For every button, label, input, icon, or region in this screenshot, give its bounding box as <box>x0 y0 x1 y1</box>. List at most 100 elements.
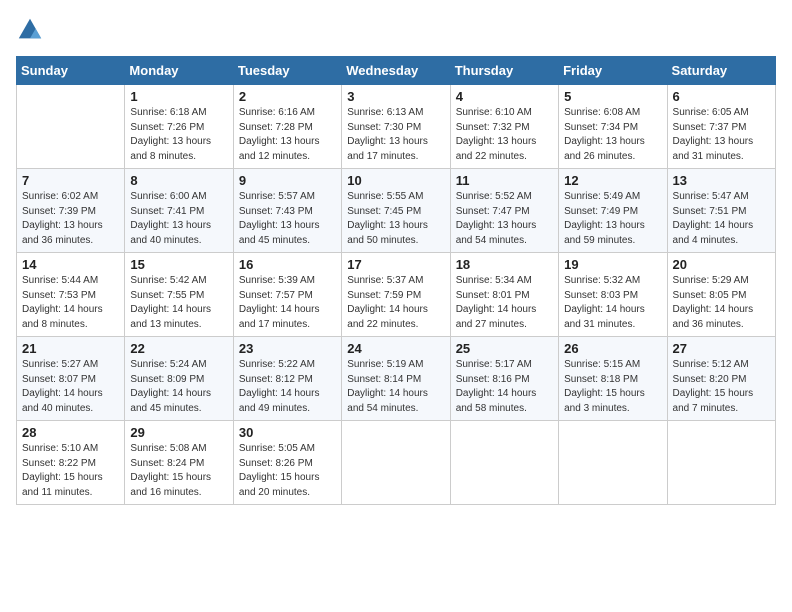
day-number: 5 <box>564 89 661 104</box>
day-number: 18 <box>456 257 553 272</box>
week-row-3: 14 Sunrise: 5:44 AM Sunset: 7:53 PM Dayli… <box>17 253 776 337</box>
day-number: 30 <box>239 425 336 440</box>
calendar-cell: 19Sunrise: 5:32 AM Sunset: 8:03 PM Dayli… <box>559 253 667 337</box>
weekday-header-thursday: Thursday <box>450 57 558 85</box>
weekday-header-tuesday: Tuesday <box>233 57 341 85</box>
calendar-cell: 3 Sunrise: 6:13 AM Sunset: 7:30 PM Daylig… <box>342 85 450 169</box>
calendar-cell <box>667 421 775 505</box>
day-number: 16 <box>239 257 336 272</box>
cell-info: Sunrise: 5:12 AM Sunset: 8:20 PM Dayligh… <box>673 358 770 416</box>
weekday-header-monday: Monday <box>125 57 233 85</box>
cell-info: Sunrise: 6:00 AM Sunset: 7:41 PM Dayligh… <box>130 190 227 248</box>
week-row-5: 28 Sunrise: 5:10 AM Sunset: 8:22 PM Dayli… <box>17 421 776 505</box>
calendar-cell: 18 Sunrise: 5:34 AM Sunset: 8:01 PM Dayli… <box>450 253 558 337</box>
cell-info: Sunrise: 5:27 AM Sunset: 8:07 PM Dayligh… <box>22 358 119 416</box>
day-number: 23 <box>239 341 336 356</box>
logo-icon <box>16 16 44 44</box>
cell-info: Sunrise: 5:29 AM Sunset: 8:05 PM Dayligh… <box>673 274 770 332</box>
calendar-cell: 29Sunrise: 5:08 AM Sunset: 8:24 PM Dayli… <box>125 421 233 505</box>
calendar-cell: 15Sunrise: 5:42 AM Sunset: 7:55 PM Dayli… <box>125 253 233 337</box>
day-number: 11 <box>456 173 553 188</box>
calendar-cell: 25 Sunrise: 5:17 AM Sunset: 8:16 PM Dayli… <box>450 337 558 421</box>
cell-info: Sunrise: 5:32 AM Sunset: 8:03 PM Dayligh… <box>564 274 661 332</box>
weekday-header-row: SundayMondayTuesdayWednesdayThursdayFrid… <box>17 57 776 85</box>
cell-info: Sunrise: 5:55 AM Sunset: 7:45 PM Dayligh… <box>347 190 444 248</box>
cell-info: Sunrise: 5:34 AM Sunset: 8:01 PM Dayligh… <box>456 274 553 332</box>
cell-info: Sunrise: 5:39 AM Sunset: 7:57 PM Dayligh… <box>239 274 336 332</box>
day-number: 20 <box>673 257 770 272</box>
logo <box>16 16 48 44</box>
cell-info: Sunrise: 5:52 AM Sunset: 7:47 PM Dayligh… <box>456 190 553 248</box>
calendar-cell: 17 Sunrise: 5:37 AM Sunset: 7:59 PM Dayli… <box>342 253 450 337</box>
page-header <box>16 16 776 44</box>
day-number: 1 <box>130 89 227 104</box>
week-row-1: 1 Sunrise: 6:18 AM Sunset: 7:26 PM Daylig… <box>17 85 776 169</box>
day-number: 6 <box>673 89 770 104</box>
calendar-cell: 16 Sunrise: 5:39 AM Sunset: 7:57 PM Dayli… <box>233 253 341 337</box>
calendar-cell <box>342 421 450 505</box>
cell-info: Sunrise: 6:05 AM Sunset: 7:37 PM Dayligh… <box>673 106 770 164</box>
day-number: 21 <box>22 341 119 356</box>
day-number: 17 <box>347 257 444 272</box>
day-number: 26 <box>564 341 661 356</box>
cell-info: Sunrise: 6:13 AM Sunset: 7:30 PM Dayligh… <box>347 106 444 164</box>
cell-info: Sunrise: 6:08 AM Sunset: 7:34 PM Dayligh… <box>564 106 661 164</box>
day-number: 4 <box>456 89 553 104</box>
day-number: 29 <box>130 425 227 440</box>
week-row-2: 7 Sunrise: 6:02 AM Sunset: 7:39 PM Daylig… <box>17 169 776 253</box>
calendar-cell: 30 Sunrise: 5:05 AM Sunset: 8:26 PM Dayli… <box>233 421 341 505</box>
cell-info: Sunrise: 5:19 AM Sunset: 8:14 PM Dayligh… <box>347 358 444 416</box>
calendar-cell: 27 Sunrise: 5:12 AM Sunset: 8:20 PM Dayli… <box>667 337 775 421</box>
cell-info: Sunrise: 5:24 AM Sunset: 8:09 PM Dayligh… <box>130 358 227 416</box>
calendar-cell: 24 Sunrise: 5:19 AM Sunset: 8:14 PM Dayli… <box>342 337 450 421</box>
cell-info: Sunrise: 5:22 AM Sunset: 8:12 PM Dayligh… <box>239 358 336 416</box>
cell-info: Sunrise: 6:18 AM Sunset: 7:26 PM Dayligh… <box>130 106 227 164</box>
calendar-cell: 22 Sunrise: 5:24 AM Sunset: 8:09 PM Dayli… <box>125 337 233 421</box>
calendar-cell: 12 Sunrise: 5:49 AM Sunset: 7:49 PM Dayli… <box>559 169 667 253</box>
calendar-cell: 23 Sunrise: 5:22 AM Sunset: 8:12 PM Dayli… <box>233 337 341 421</box>
day-number: 2 <box>239 89 336 104</box>
day-number: 27 <box>673 341 770 356</box>
weekday-header-wednesday: Wednesday <box>342 57 450 85</box>
day-number: 3 <box>347 89 444 104</box>
day-number: 22 <box>130 341 227 356</box>
calendar-cell <box>559 421 667 505</box>
day-number: 15 <box>130 257 227 272</box>
day-number: 12 <box>564 173 661 188</box>
cell-info: Sunrise: 5:17 AM Sunset: 8:16 PM Dayligh… <box>456 358 553 416</box>
weekday-header-saturday: Saturday <box>667 57 775 85</box>
cell-info: Sunrise: 5:05 AM Sunset: 8:26 PM Dayligh… <box>239 442 336 500</box>
day-number: 7 <box>22 173 119 188</box>
day-number: 9 <box>239 173 336 188</box>
calendar-cell: 10 Sunrise: 5:55 AM Sunset: 7:45 PM Dayli… <box>342 169 450 253</box>
day-number: 14 <box>22 257 119 272</box>
calendar-cell: 20 Sunrise: 5:29 AM Sunset: 8:05 PM Dayli… <box>667 253 775 337</box>
calendar-cell <box>17 85 125 169</box>
calendar-cell: 14 Sunrise: 5:44 AM Sunset: 7:53 PM Dayli… <box>17 253 125 337</box>
calendar-cell: 2 Sunrise: 6:16 AM Sunset: 7:28 PM Daylig… <box>233 85 341 169</box>
calendar-cell: 4Sunrise: 6:10 AM Sunset: 7:32 PM Daylig… <box>450 85 558 169</box>
calendar-cell <box>450 421 558 505</box>
calendar-cell: 9 Sunrise: 5:57 AM Sunset: 7:43 PM Daylig… <box>233 169 341 253</box>
cell-info: Sunrise: 5:10 AM Sunset: 8:22 PM Dayligh… <box>22 442 119 500</box>
day-number: 10 <box>347 173 444 188</box>
cell-info: Sunrise: 6:02 AM Sunset: 7:39 PM Dayligh… <box>22 190 119 248</box>
calendar-cell: 28 Sunrise: 5:10 AM Sunset: 8:22 PM Dayli… <box>17 421 125 505</box>
weekday-header-friday: Friday <box>559 57 667 85</box>
cell-info: Sunrise: 5:57 AM Sunset: 7:43 PM Dayligh… <box>239 190 336 248</box>
day-number: 25 <box>456 341 553 356</box>
calendar-cell: 1 Sunrise: 6:18 AM Sunset: 7:26 PM Daylig… <box>125 85 233 169</box>
cell-info: Sunrise: 6:16 AM Sunset: 7:28 PM Dayligh… <box>239 106 336 164</box>
day-number: 8 <box>130 173 227 188</box>
weekday-header-sunday: Sunday <box>17 57 125 85</box>
calendar-cell: 26 Sunrise: 5:15 AM Sunset: 8:18 PM Dayli… <box>559 337 667 421</box>
cell-info: Sunrise: 5:44 AM Sunset: 7:53 PM Dayligh… <box>22 274 119 332</box>
cell-info: Sunrise: 5:37 AM Sunset: 7:59 PM Dayligh… <box>347 274 444 332</box>
calendar-table: SundayMondayTuesdayWednesdayThursdayFrid… <box>16 56 776 505</box>
calendar-cell: 8 Sunrise: 6:00 AM Sunset: 7:41 PM Daylig… <box>125 169 233 253</box>
day-number: 28 <box>22 425 119 440</box>
cell-info: Sunrise: 5:15 AM Sunset: 8:18 PM Dayligh… <box>564 358 661 416</box>
cell-info: Sunrise: 5:49 AM Sunset: 7:49 PM Dayligh… <box>564 190 661 248</box>
day-number: 24 <box>347 341 444 356</box>
day-number: 13 <box>673 173 770 188</box>
